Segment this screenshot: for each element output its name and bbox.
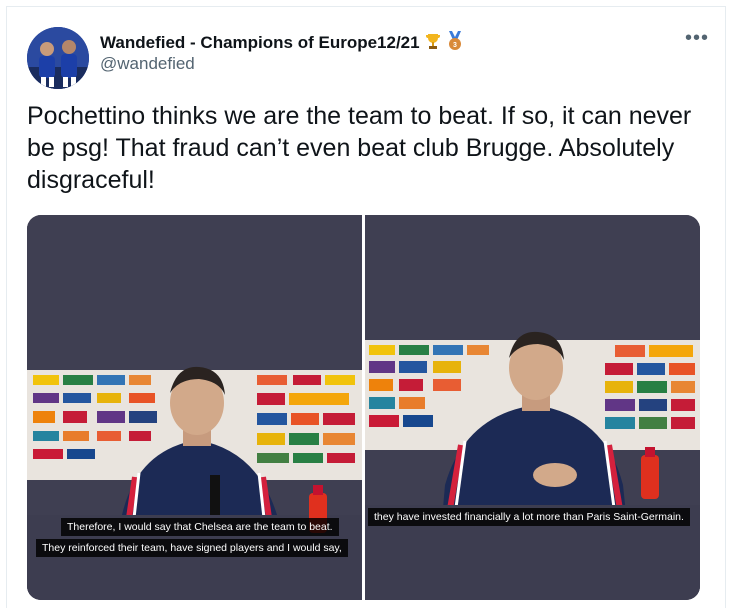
bronze-medal-icon: 3 <box>449 31 462 50</box>
more-options-icon[interactable]: ••• <box>685 27 709 50</box>
tweet-text: Pochettino thinks we are the team to bea… <box>27 102 692 194</box>
author-handle[interactable]: @wandefied <box>100 54 195 74</box>
svg-text:3: 3 <box>453 42 457 49</box>
tweet-media[interactable]: Therefore, I would say that Chelsea are … <box>27 215 700 600</box>
avatar[interactable] <box>27 27 89 89</box>
subtitle-line-1: Therefore, I would say that Chelsea are … <box>61 518 339 536</box>
tweet-card[interactable]: Wandefied - Champions of Europe12/21 3 @… <box>6 6 726 608</box>
author-name-row[interactable]: Wandefied - Champions of Europe12/21 3 <box>100 31 463 53</box>
subtitle-line-2: They reinforced their team, have signed … <box>36 539 348 557</box>
media-image-left[interactable]: Therefore, I would say that Chelsea are … <box>27 215 362 600</box>
subtitle-line-3: they have invested financially a lot mor… <box>368 508 690 526</box>
trophy-icon <box>426 34 441 49</box>
author-name[interactable]: Wandefied - Champions of Europe12/21 <box>100 33 420 52</box>
media-image-right[interactable]: they have invested financially a lot mor… <box>365 215 700 600</box>
